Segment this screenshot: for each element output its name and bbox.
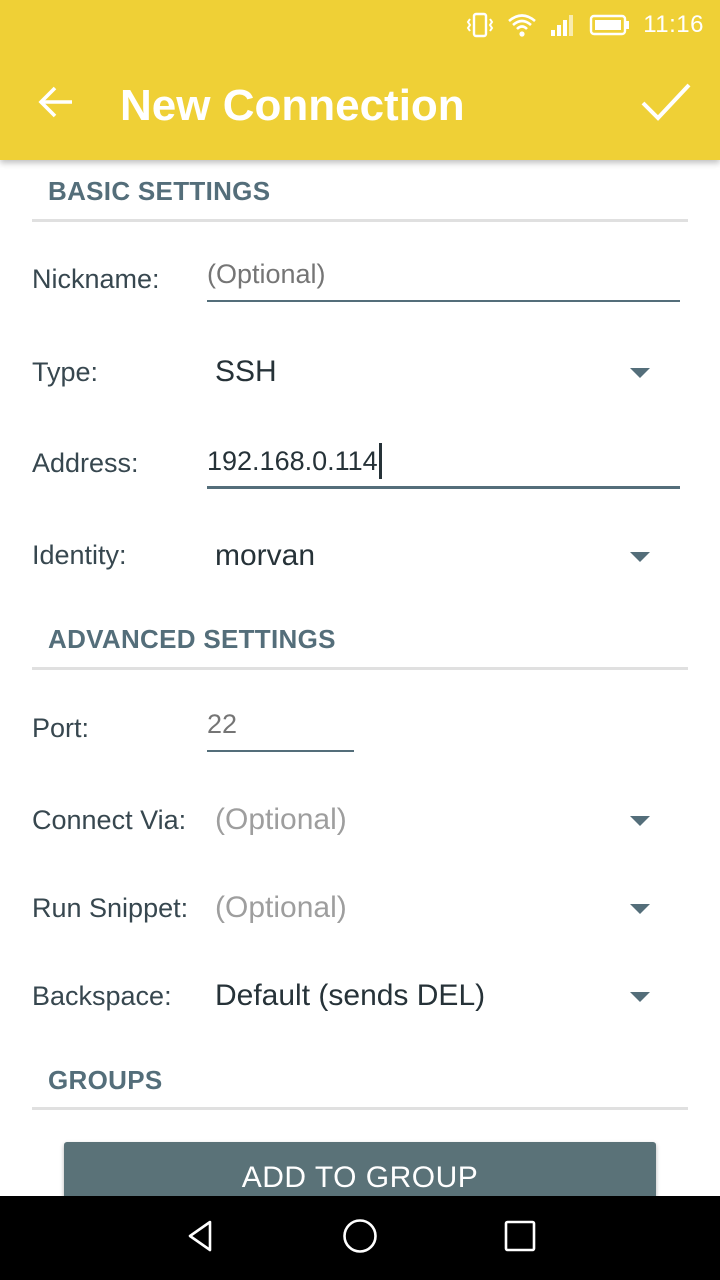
section-divider [32, 219, 688, 222]
dropdown-arrow-icon [630, 368, 650, 378]
status-bar: 11:16 [0, 0, 720, 48]
wifi-icon [507, 12, 537, 38]
connection-form: BASIC SETTINGS Nickname: (Optional) Type… [0, 160, 720, 1196]
dropdown-arrow-icon [630, 552, 650, 562]
vibrate-icon [465, 12, 495, 38]
identity-value: morvan [215, 539, 316, 572]
toolbar: New Connection [0, 48, 720, 160]
check-icon [640, 80, 692, 129]
section-header-groups: GROUPS [48, 1065, 163, 1095]
section-divider [32, 667, 688, 670]
connect-via-label: Connect Via: [32, 805, 187, 835]
dropdown-arrow-icon [630, 904, 650, 914]
type-label: Type: [32, 357, 99, 387]
address-text: 192.168.0.114 [207, 446, 378, 476]
app-bar: 11:16 New Connection [0, 0, 720, 160]
nickname-placeholder: (Optional) [207, 259, 326, 289]
section-header-basic: BASIC SETTINGS [48, 176, 271, 206]
run-snippet-label: Run Snippet: [32, 893, 189, 923]
port-label: Port: [32, 713, 90, 743]
save-button[interactable] [630, 68, 702, 140]
address-field[interactable]: 192.168.0.114 [207, 441, 680, 489]
back-triangle-icon [182, 1218, 218, 1259]
status-icons: 11:16 [465, 8, 704, 42]
nav-back-button[interactable] [176, 1214, 224, 1262]
address-value: 192.168.0.114 [207, 443, 382, 479]
type-spinner[interactable]: SSH [215, 344, 665, 400]
signal-icon [549, 12, 577, 38]
address-label: Address: [32, 448, 139, 478]
port-placeholder: 22 [207, 709, 238, 739]
nav-home-button[interactable] [336, 1214, 384, 1262]
run-snippet-placeholder: (Optional) [215, 891, 347, 924]
section-header-advanced: ADVANCED SETTINGS [48, 624, 336, 654]
nickname-field[interactable]: (Optional) [207, 254, 680, 302]
run-snippet-spinner[interactable]: (Optional) [215, 880, 665, 936]
system-nav-bar [0, 1196, 720, 1280]
type-value: SSH [215, 355, 277, 388]
back-button[interactable] [24, 72, 88, 136]
identity-label: Identity: [32, 540, 127, 570]
text-cursor [378, 443, 382, 479]
nav-recents-button[interactable] [496, 1214, 544, 1262]
screen: 11:16 New Connection BASIC SETTINGS Nick… [0, 0, 720, 1280]
identity-spinner[interactable]: morvan [215, 528, 665, 584]
status-time: 11:16 [643, 11, 704, 38]
home-circle-icon [341, 1217, 379, 1260]
connect-via-spinner[interactable]: (Optional) [215, 792, 665, 848]
arrow-back-icon [36, 82, 76, 127]
port-field[interactable]: 22 [207, 704, 354, 752]
page-title: New Connection [120, 81, 465, 130]
dropdown-arrow-icon [630, 992, 650, 1002]
battery-icon [589, 12, 631, 38]
backspace-label: Backspace: [32, 981, 172, 1011]
backspace-spinner[interactable]: Default (sends DEL) [215, 968, 665, 1024]
nickname-label: Nickname: [32, 264, 160, 294]
add-to-group-button[interactable]: ADD TO GROUP [64, 1142, 656, 1196]
section-divider [32, 1107, 688, 1110]
backspace-value: Default (sends DEL) [215, 979, 486, 1012]
dropdown-arrow-icon [630, 816, 650, 826]
recents-square-icon [503, 1219, 537, 1258]
connect-via-placeholder: (Optional) [215, 803, 347, 836]
